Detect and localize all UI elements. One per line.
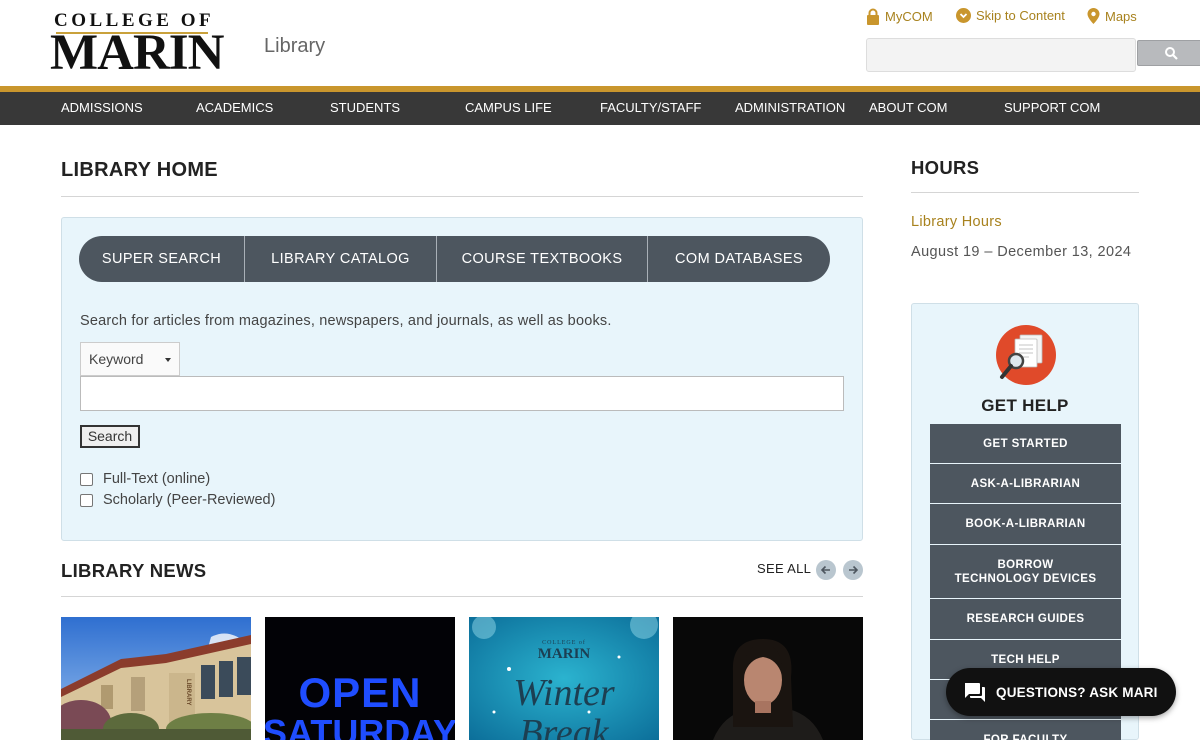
hours-heading: HOURS	[911, 157, 980, 178]
site-header: COLLEGE OF MARIN Library MyCOM Skip to C…	[0, 0, 1200, 86]
search-tabs: SUPER SEARCH LIBRARY CATALOG COURSE TEXT…	[79, 236, 830, 282]
hours-divider	[911, 192, 1139, 193]
nav-administration[interactable]: ADMINISTRATION	[735, 92, 845, 125]
ask-a-librarian-button[interactable]: ASK-A-LIBRARIAN	[930, 464, 1121, 503]
open-text: OPEN	[298, 669, 421, 716]
library-sign-text: LIBRARY	[185, 679, 191, 705]
maps-link[interactable]: Maps	[1087, 8, 1137, 24]
page-title: LIBRARY HOME	[61, 159, 218, 181]
news-item-open-saturday[interactable]: OPEN SATURDAY	[265, 617, 455, 740]
search-type-value: Keyword	[89, 351, 144, 367]
news-divider	[61, 596, 863, 597]
chevron-down-circle-icon	[956, 8, 971, 23]
news-item-portrait[interactable]	[673, 617, 863, 740]
news-item-winter-break[interactable]: COLLEGE of MARIN Winter Break	[469, 617, 659, 740]
borrow-technology-button[interactable]: BORROW TECHNOLOGY DEVICES	[930, 545, 1121, 598]
open-saturday-neon: OPEN SATURDAY	[265, 617, 455, 740]
library-search-input[interactable]	[80, 376, 844, 411]
fulltext-checkbox[interactable]	[80, 472, 93, 486]
tab-com-databases[interactable]: COM DATABASES	[648, 236, 830, 282]
search-description: Search for articles from magazines, news…	[80, 313, 612, 329]
winter-brand-line2: MARIN	[538, 646, 591, 662]
winter-brand-line1: COLLEGE of	[542, 639, 586, 646]
mycom-link[interactable]: MyCOM	[866, 8, 933, 25]
site-search-button[interactable]	[1137, 40, 1200, 66]
library-search-panel: SUPER SEARCH LIBRARY CATALOG COURSE TEXT…	[61, 217, 863, 541]
ask-mari-chat-button[interactable]: QUESTIONS? ASK MARI	[946, 668, 1176, 716]
arrow-left-icon	[820, 565, 830, 575]
chat-label: QUESTIONS? ASK MARI	[996, 684, 1158, 700]
nav-support-com[interactable]: SUPPORT COM	[1004, 92, 1100, 125]
news-item-library-building[interactable]: LIBRARY	[61, 617, 251, 740]
scholarly-label: Scholarly (Peer-Reviewed)	[103, 492, 276, 508]
library-hours-link[interactable]: Library Hours	[911, 214, 1002, 230]
library-building-photo: LIBRARY	[61, 617, 251, 740]
get-help-heading: GET HELP	[981, 396, 1069, 415]
fulltext-option: Full-Text (online)	[80, 471, 210, 487]
help-document-icon	[996, 325, 1056, 385]
site-name[interactable]: Library	[264, 35, 325, 58]
news-next-button[interactable]	[843, 560, 863, 580]
winter-text: Winter	[513, 672, 615, 714]
lock-icon	[867, 8, 879, 25]
nav-campus-life[interactable]: CAMPUS LIFE	[465, 92, 552, 125]
book-a-librarian-button[interactable]: BOOK-A-LIBRARIAN	[930, 504, 1121, 544]
nav-faculty-staff[interactable]: FACULTY/STAFF	[600, 92, 701, 125]
hours-dates: August 19 – December 13, 2024	[911, 244, 1132, 260]
arrow-right-icon	[849, 565, 859, 575]
break-text: Break	[519, 712, 609, 740]
winter-break-graphic: COLLEGE of MARIN Winter Break	[469, 617, 659, 740]
search-type-select[interactable]: Keyword	[80, 342, 180, 376]
research-guides-button[interactable]: RESEARCH GUIDES	[930, 599, 1121, 639]
caret-down-icon	[165, 358, 171, 362]
tab-super-search[interactable]: SUPER SEARCH	[79, 236, 245, 282]
search-button[interactable]: Search	[80, 425, 140, 448]
map-pin-icon	[1087, 8, 1100, 24]
nav-admissions[interactable]: ADMISSIONS	[61, 92, 143, 125]
title-divider	[61, 196, 863, 197]
main-nav: ADMISSIONS ACADEMICS STUDENTS CAMPUS LIF…	[0, 92, 1200, 125]
skip-label: Skip to Content	[976, 8, 1065, 23]
saturday-text: SATURDAY	[265, 712, 455, 740]
scholarly-checkbox[interactable]	[80, 493, 93, 507]
skip-to-content-link[interactable]: Skip to Content	[956, 8, 1065, 23]
news-prev-button[interactable]	[816, 560, 836, 580]
site-search-input[interactable]	[866, 38, 1136, 72]
mycom-label: MyCOM	[885, 9, 933, 24]
news-heading: LIBRARY NEWS	[61, 560, 207, 581]
for-faculty-button[interactable]: FOR FACULTY	[930, 720, 1121, 740]
maps-label: Maps	[1105, 8, 1137, 24]
see-all-link[interactable]: SEE ALL	[757, 561, 811, 576]
get-started-button[interactable]: GET STARTED	[930, 424, 1121, 463]
tab-library-catalog[interactable]: LIBRARY CATALOG	[245, 236, 437, 282]
nav-academics[interactable]: ACADEMICS	[196, 92, 273, 125]
scholarly-option: Scholarly (Peer-Reviewed)	[80, 492, 275, 508]
tab-course-textbooks[interactable]: COURSE TEXTBOOKS	[437, 236, 648, 282]
fulltext-label: Full-Text (online)	[103, 471, 211, 487]
portrait-photo	[673, 617, 863, 740]
nav-about-com[interactable]: ABOUT COM	[869, 92, 948, 125]
search-icon	[1165, 47, 1178, 60]
college-logo[interactable]: COLLEGE OF MARIN	[50, 10, 224, 79]
logo-line2: MARIN	[50, 25, 224, 81]
chat-icon	[965, 683, 985, 702]
nav-students[interactable]: STUDENTS	[330, 92, 400, 125]
site-search	[866, 38, 1200, 72]
